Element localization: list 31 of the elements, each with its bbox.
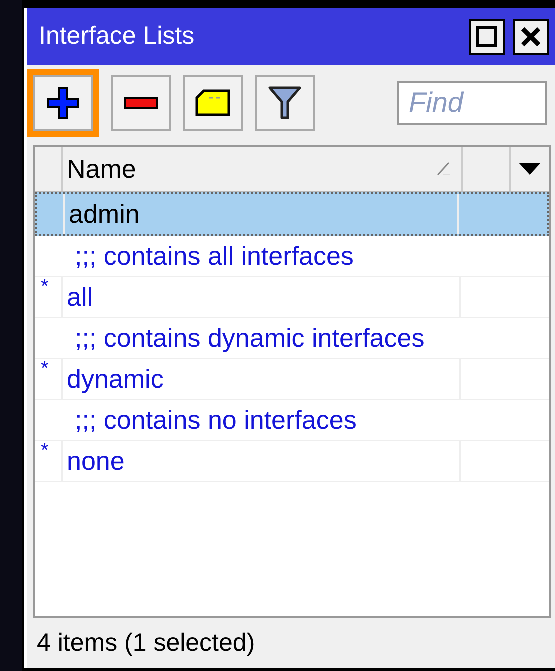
name-cell: dynamic bbox=[67, 364, 164, 394]
name-cell: none bbox=[67, 446, 125, 476]
filter-icon bbox=[268, 85, 302, 121]
close-button[interactable] bbox=[513, 18, 549, 54]
table-row[interactable]: * dynamic bbox=[35, 359, 549, 400]
close-icon bbox=[520, 26, 542, 48]
asterisk-label: * bbox=[40, 441, 49, 464]
table-row[interactable]: * all bbox=[35, 277, 549, 318]
add-button[interactable] bbox=[33, 75, 93, 131]
comment-text: ;;; contains dynamic interfaces bbox=[75, 322, 425, 354]
status-text: 4 items (1 selected) bbox=[37, 628, 256, 658]
minus-icon bbox=[123, 96, 159, 110]
remove-button[interactable] bbox=[111, 75, 171, 131]
maximize-icon bbox=[476, 26, 498, 48]
sort-icon bbox=[437, 162, 451, 176]
name-cell: all bbox=[67, 282, 94, 312]
filter-button[interactable] bbox=[255, 75, 315, 131]
maximize-button[interactable] bbox=[469, 18, 505, 54]
asterisk-label: * bbox=[40, 359, 49, 382]
comment-text: ;;; contains all interfaces bbox=[75, 240, 354, 272]
dropdown-icon[interactable] bbox=[518, 162, 542, 176]
name-cell: admin bbox=[69, 198, 140, 230]
note-icon bbox=[195, 89, 231, 117]
asterisk-label: * bbox=[40, 277, 49, 300]
window-title: Interface Lists bbox=[39, 22, 195, 51]
comment-button[interactable] bbox=[183, 75, 243, 131]
comment-text: ;;; contains no interfaces bbox=[75, 404, 357, 436]
table-row[interactable]: * none bbox=[35, 441, 549, 482]
plus-icon bbox=[45, 85, 81, 121]
find-field[interactable]: Find bbox=[397, 81, 547, 125]
table-row[interactable]: admin bbox=[35, 192, 549, 236]
